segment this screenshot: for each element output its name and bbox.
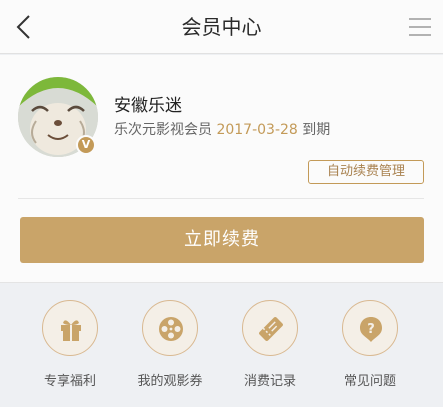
renew-now-button[interactable]: 立即续费 [20, 217, 424, 263]
member-card: V 安徽乐迷 乐次元影视会员 2017-03-28 到期 自动续费管理 立即续费 [0, 55, 443, 283]
service-label: 消费记录 [243, 374, 296, 389]
service-item-faq[interactable]: ? 常见问题 [320, 300, 420, 400]
film-reel-icon-circle [142, 300, 198, 356]
gift-icon-circle [42, 300, 98, 356]
username: 安徽乐迷 [114, 96, 182, 116]
service-grid: 专享福利 我的观影券 消费记录 ? 常见问题 [0, 284, 443, 407]
service-label: 专享福利 [43, 374, 96, 389]
expiry-suffix: 到期 [302, 122, 331, 138]
hamburger-menu-icon [409, 18, 431, 36]
divider [18, 198, 424, 199]
page-title: 会员中心 [181, 15, 262, 39]
top-nav-bar: 会员中心 [0, 0, 443, 54]
svg-text:?: ? [367, 322, 375, 337]
service-item-tickets[interactable]: 我的观影券 [120, 300, 220, 400]
question-icon-circle: ? [342, 300, 398, 356]
gift-icon [61, 320, 81, 341]
ticket-icon [259, 317, 283, 341]
service-label: 常见问题 [343, 374, 396, 389]
film-reel-icon [159, 317, 183, 341]
membership-type: 乐次元影视会员 [114, 122, 212, 138]
service-item-benefits[interactable]: 专享福利 [20, 300, 120, 400]
auto-renew-management-button[interactable]: 自动续费管理 [308, 160, 424, 184]
expiry-date: 2017-03-28 [216, 122, 298, 138]
menu-button[interactable] [407, 14, 433, 40]
service-item-records[interactable]: 消费记录 [220, 300, 320, 400]
question-icon: ? [360, 317, 382, 342]
ticket-icon-circle [242, 300, 298, 356]
membership-info: 乐次元影视会员 2017-03-28 到期 [114, 119, 330, 139]
vip-badge: V [76, 135, 96, 155]
service-label: 我的观影券 [137, 374, 203, 389]
